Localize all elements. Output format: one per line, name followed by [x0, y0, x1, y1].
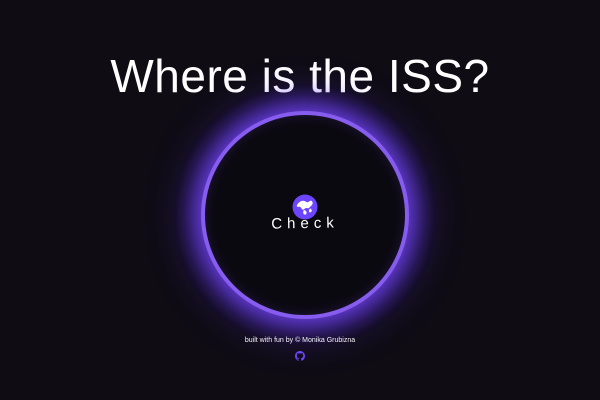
iss-orb: Check — [175, 85, 435, 345]
footer-credit: built with fun by © Monika Grubizna — [244, 337, 356, 344]
orb-circle: Check — [205, 115, 405, 315]
check-label: Check — [271, 214, 339, 233]
check-button[interactable]: Check — [255, 185, 355, 263]
github-icon[interactable] — [295, 351, 305, 361]
page: Where is the ISS? Check built with fun b… — [0, 0, 600, 400]
